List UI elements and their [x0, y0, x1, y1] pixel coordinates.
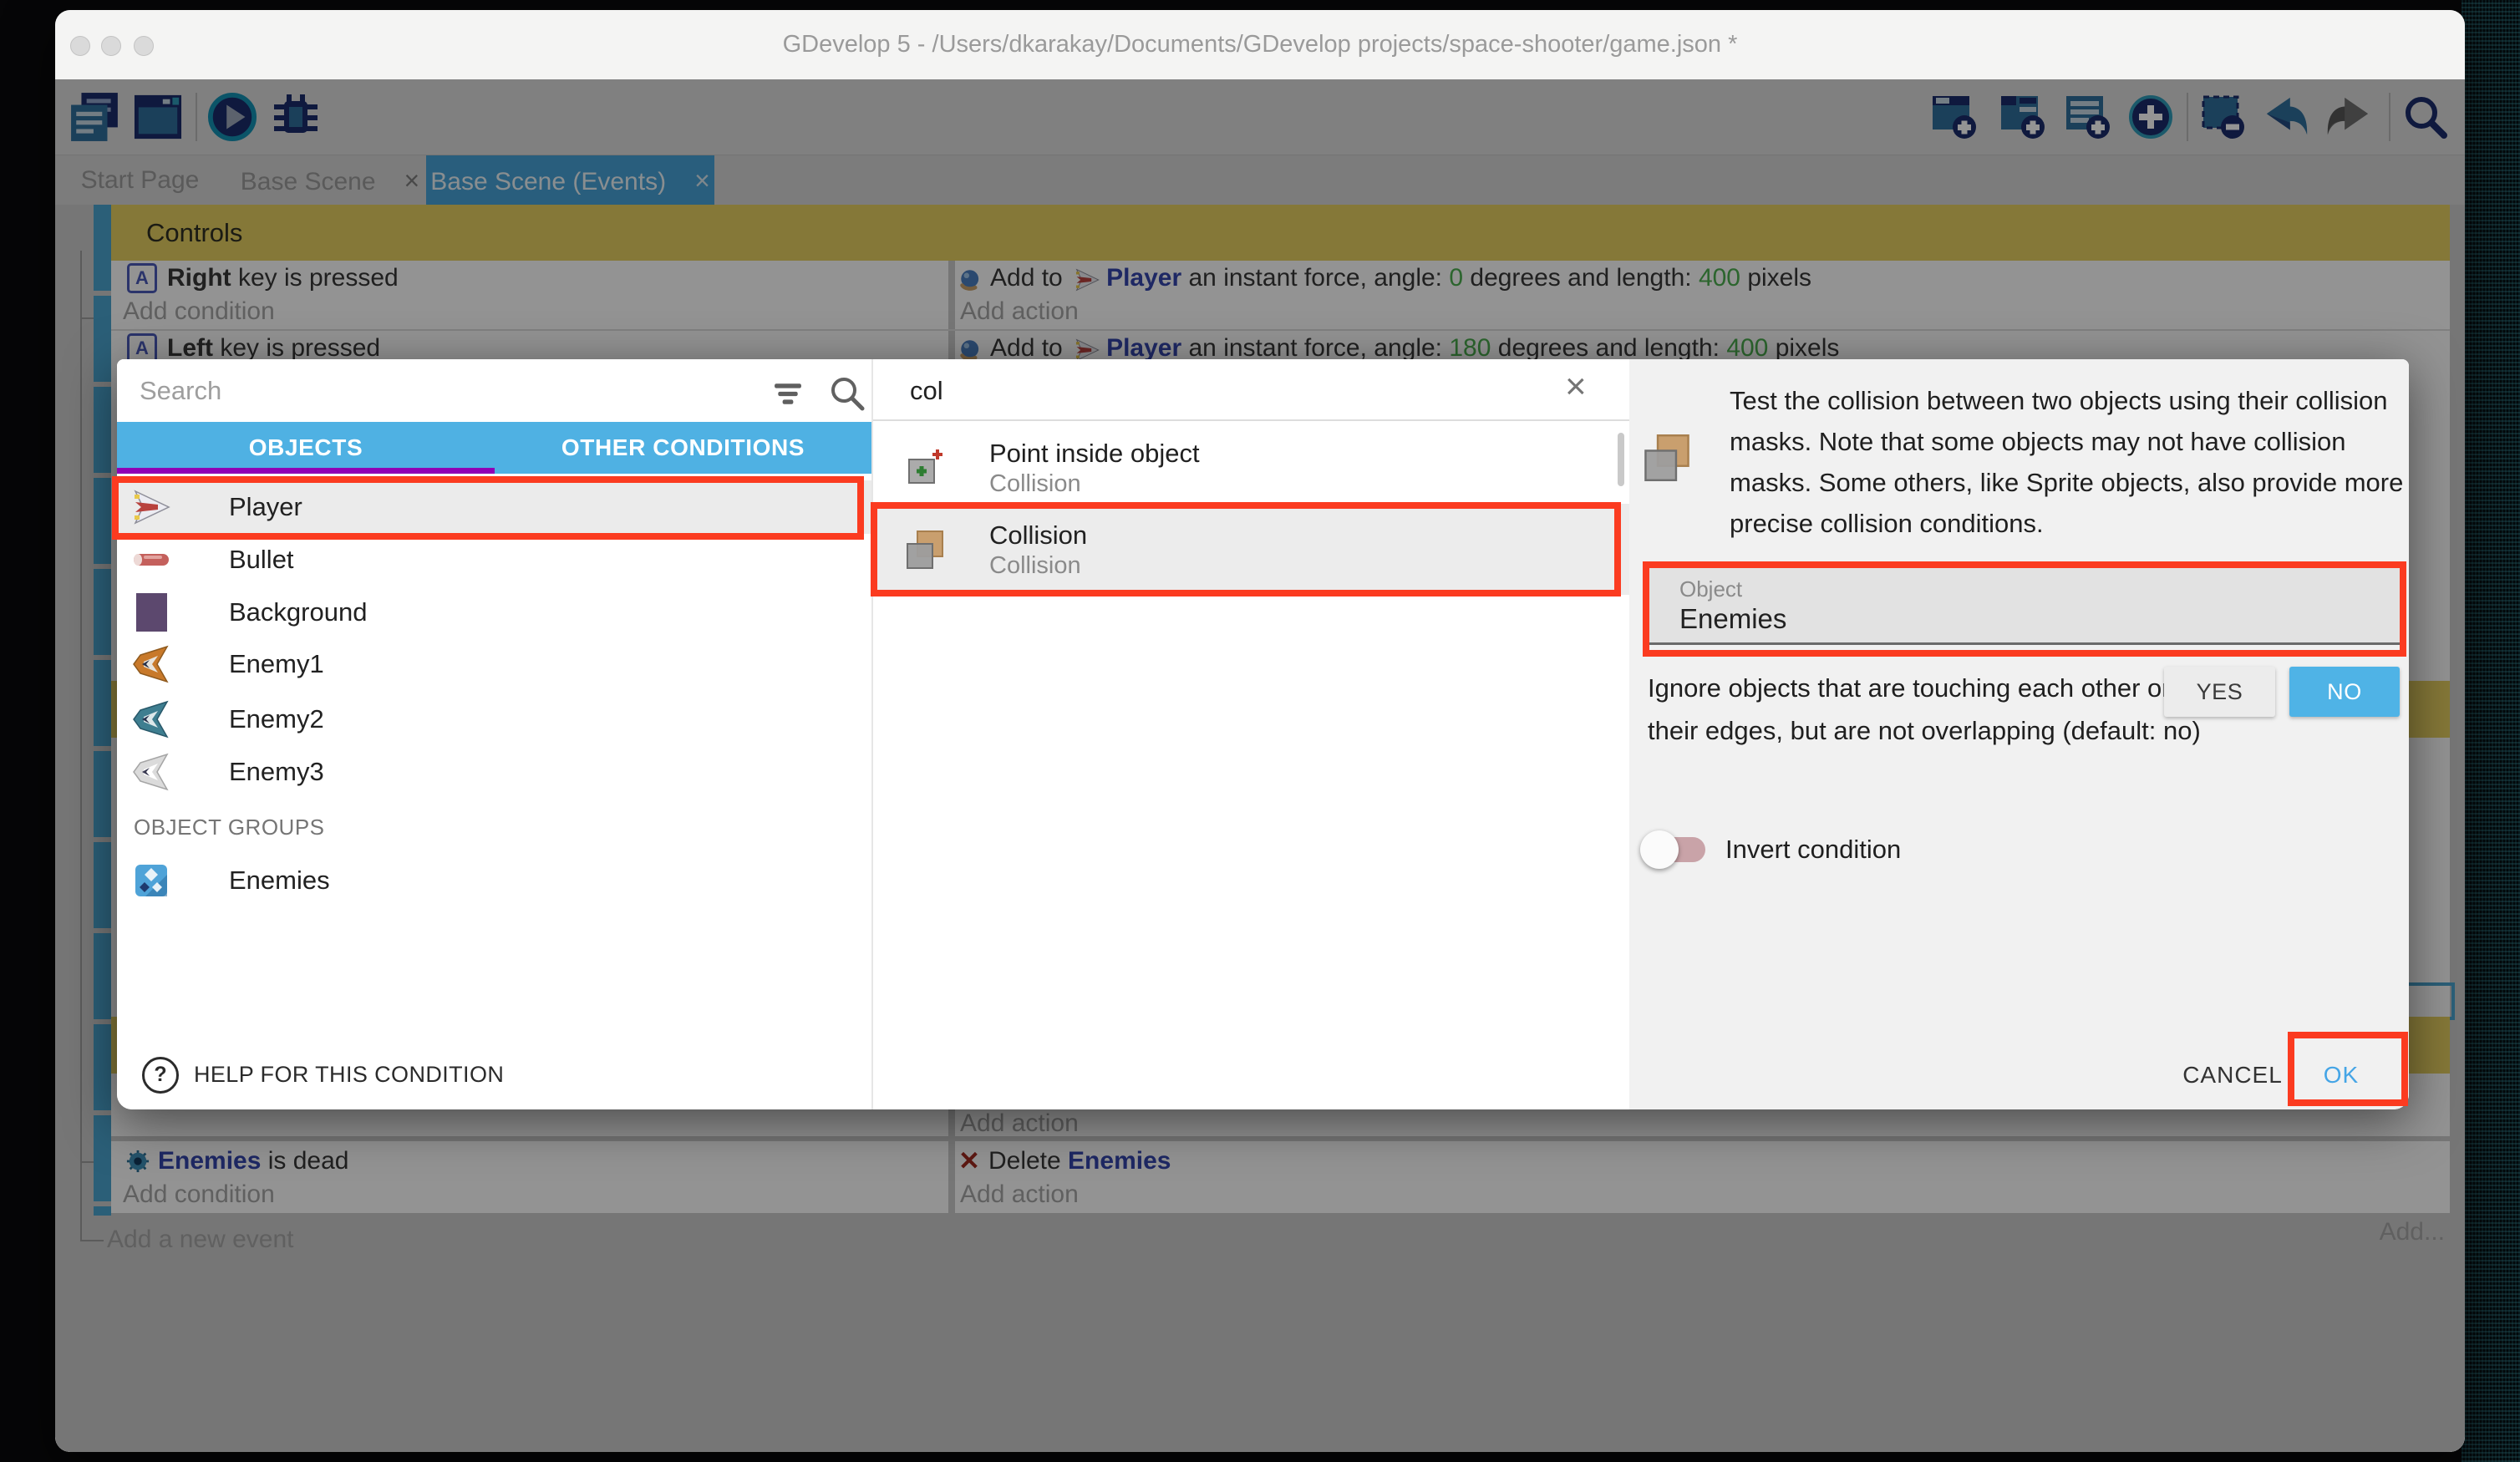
object-name: Enemy1: [229, 649, 324, 679]
cancel-button[interactable]: CANCEL: [2166, 1040, 2299, 1109]
background-sprite-icon: [132, 593, 170, 632]
result-title: Point inside object: [989, 439, 1200, 469]
object-name: Enemy2: [229, 704, 324, 734]
scrollbar[interactable]: [1618, 433, 1624, 486]
objects-column: OBJECTS OTHER CONDITIONS Player Bullet B…: [117, 359, 871, 1109]
invert-condition-label: Invert condition: [1725, 831, 1901, 868]
help-button[interactable]: ? HELP FOR THIS CONDITION: [142, 1040, 504, 1109]
no-button[interactable]: NO: [2289, 667, 2400, 717]
annotation-collision-item: [871, 502, 1621, 596]
bullet-sprite-icon: [132, 541, 170, 579]
object-groups-header: OBJECT GROUPS: [134, 815, 325, 840]
result-point-inside-object[interactable]: Point inside object Collision: [873, 430, 1629, 504]
conditions-column: × Point inside object Collision Collisio…: [871, 359, 1631, 1109]
desktop-wallpaper: [2462, 0, 2520, 1462]
tab-other-conditions[interactable]: OTHER CONDITIONS: [495, 422, 871, 474]
object-item-background[interactable]: Background: [117, 586, 871, 639]
group-name: Enemies: [229, 866, 330, 896]
condition-editor-dialog: OBJECTS OTHER CONDITIONS Player Bullet B…: [117, 359, 2409, 1109]
active-tab-underline: [117, 468, 495, 474]
object-item-enemy3[interactable]: Enemy3: [117, 745, 871, 799]
condition-description: Test the collision between two objects u…: [1730, 380, 2406, 544]
enemy3-sprite-icon: [132, 753, 170, 791]
enemies-group-icon: [132, 861, 170, 900]
point-inside-object-icon: [906, 448, 944, 486]
object-item-enemy1[interactable]: Enemy1: [117, 637, 871, 691]
help-icon: ?: [142, 1057, 179, 1094]
collision-icon: [1644, 433, 1690, 483]
toggle-knob: [1640, 830, 1679, 869]
object-search-input[interactable]: [138, 369, 609, 413]
condition-settings-panel: Test the collision between two objects u…: [1629, 359, 2409, 1109]
enemy2-sprite-icon: [132, 700, 170, 739]
window-title: GDevelop 5 - /Users/dkarakay/Documents/G…: [55, 10, 2465, 79]
annotation-object-field: [1643, 561, 2406, 657]
dialog-tabbar: OBJECTS OTHER CONDITIONS: [117, 422, 871, 474]
search-icon[interactable]: [829, 375, 866, 412]
group-item-enemies[interactable]: Enemies: [117, 853, 871, 908]
object-name: Background: [229, 597, 367, 627]
enemy1-sprite-icon: [132, 645, 170, 683]
ignore-edges-label: Ignore objects that are touching each ot…: [1648, 667, 2208, 752]
app-window: GDevelop 5 - /Users/dkarakay/Documents/G…: [55, 10, 2465, 1452]
object-item-enemy2[interactable]: Enemy2: [117, 693, 871, 746]
tab-objects[interactable]: OBJECTS: [117, 422, 495, 474]
object-search-row: [117, 359, 871, 421]
titlebar: GDevelop 5 - /Users/dkarakay/Documents/G…: [55, 10, 2465, 80]
yes-button[interactable]: YES: [2164, 667, 2275, 717]
object-name: Bullet: [229, 545, 294, 575]
object-name: Enemy3: [229, 757, 324, 787]
result-subtitle: Collision: [989, 470, 1081, 498]
dialog-footer: ? HELP FOR THIS CONDITION CANCEL OK: [117, 1040, 2409, 1109]
object-item-bullet[interactable]: Bullet: [117, 533, 871, 586]
condition-search-input[interactable]: [908, 369, 1496, 413]
clear-search-icon[interactable]: ×: [1565, 366, 1587, 408]
annotation-player-row: [112, 476, 864, 540]
help-label: HELP FOR THIS CONDITION: [194, 1062, 504, 1088]
annotation-ok-button: [2288, 1032, 2408, 1106]
divider: [873, 419, 1629, 421]
invert-condition-toggle[interactable]: [1640, 827, 1715, 872]
condition-search-row: ×: [873, 359, 1629, 419]
filter-icon[interactable]: [774, 383, 802, 406]
